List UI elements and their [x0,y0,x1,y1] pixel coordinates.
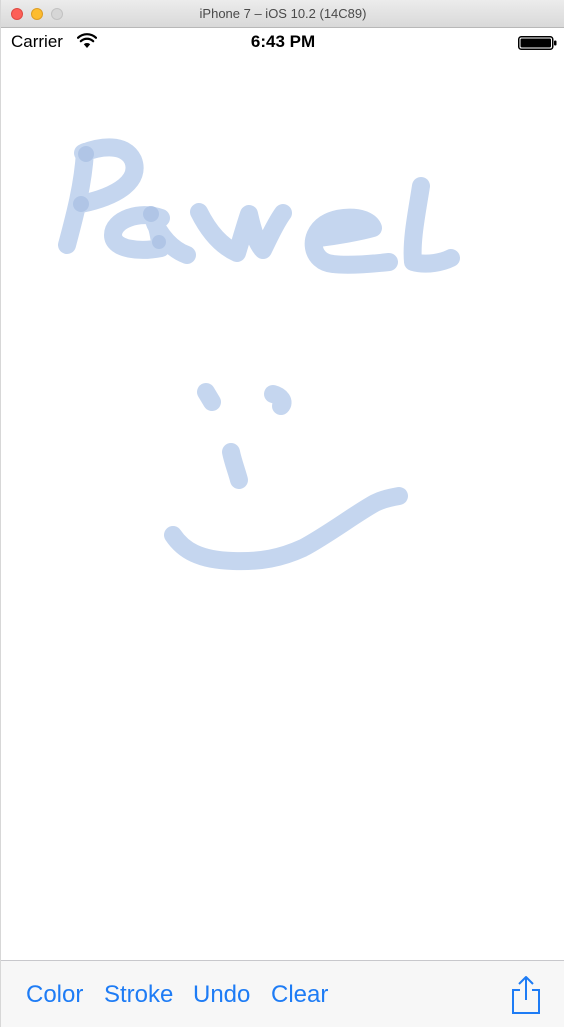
battery-full-icon [518,36,557,50]
overlap-dot [73,196,89,212]
stroke-button[interactable]: Stroke [104,981,173,1009]
overlap-dot [78,146,94,162]
clear-button[interactable]: Clear [271,981,328,1009]
stroke-nose [222,443,248,489]
overlap-dot [152,235,166,249]
bottom-toolbar: Color Stroke Undo Clear [1,960,564,1027]
simulator-window: iPhone 7 – iOS 10.2 (14C89) Carrier 6:43… [0,0,564,1027]
status-bar: Carrier 6:43 PM [1,28,564,58]
window-title: iPhone 7 – iOS 10.2 (14C89) [199,6,367,21]
stroke-e [304,208,398,274]
overlap-dot [143,206,159,222]
stroke-w [190,203,292,262]
stroke-l [403,177,460,273]
drawing-canvas[interactable] [1,58,564,960]
drawing-strokes [58,138,460,571]
undo-button[interactable]: Undo [193,981,250,1009]
window-titlebar: iPhone 7 – iOS 10.2 (14C89) [1,0,564,28]
share-icon[interactable] [509,975,543,1015]
stroke-left-eye [197,383,221,411]
status-time: 6:43 PM [250,32,316,51]
stroke-right-eye [264,385,292,415]
stroke-mouth [164,487,408,571]
color-button[interactable]: Color [26,981,83,1009]
